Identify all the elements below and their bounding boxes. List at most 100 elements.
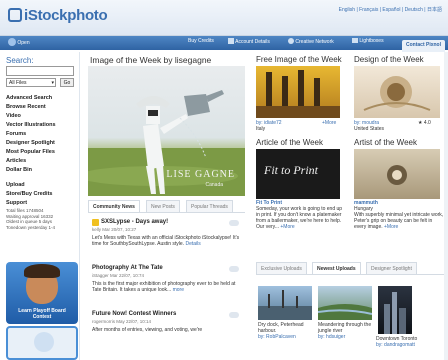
file-type-value: All Files bbox=[9, 80, 27, 86]
promo-text: Learn Playoff Board Contest bbox=[18, 308, 66, 320]
promo-banner[interactable]: Learn Playoff Board Contest bbox=[6, 262, 78, 324]
news-tabs: Community News New Posts Popular Threads bbox=[88, 200, 245, 212]
upload-1-thumb[interactable] bbox=[258, 286, 312, 320]
news-2-meta: iStagger Mar 22/07, 10:74 bbox=[92, 273, 145, 278]
search-input[interactable] bbox=[6, 66, 74, 76]
page-scrollbar[interactable] bbox=[444, 52, 448, 360]
account-icon bbox=[228, 38, 234, 44]
file-type-select[interactable]: All Files ▾ bbox=[6, 78, 56, 87]
sidebar-item-articles[interactable]: Articles bbox=[6, 158, 26, 164]
news-1-meta: kelly Mar 20/07, 10:27 bbox=[92, 227, 137, 232]
tab-newest-uploads[interactable]: Newest Uploads bbox=[312, 262, 361, 274]
artist-thumb[interactable] bbox=[354, 149, 440, 199]
sidebar-item-browse-recent[interactable]: Browse Recent bbox=[6, 104, 46, 110]
article-thumb[interactable]: Fit to Print bbox=[256, 149, 340, 199]
sidebar-item-dollar-bin[interactable]: Dollar Bin bbox=[6, 167, 32, 173]
nav-account-details-label: Account Details bbox=[235, 39, 270, 45]
go-button[interactable]: Go bbox=[60, 78, 74, 87]
nav-buy-credits[interactable]: Buy Credits bbox=[188, 38, 214, 44]
lang-french[interactable]: Français bbox=[359, 7, 378, 13]
artist-caption: mammuth Hungary With superbly minimal ye… bbox=[354, 200, 444, 230]
free-image-thumb[interactable] bbox=[256, 66, 340, 118]
lightbox-icon bbox=[352, 38, 358, 43]
upload-1-author[interactable]: by: RobPalcaven bbox=[258, 334, 314, 340]
artist-body: With superbly minimal yet intricate work… bbox=[354, 212, 444, 230]
news-3-body: After months of entries, viewing, and vo… bbox=[92, 327, 203, 333]
artist-more-link[interactable]: +More bbox=[384, 224, 398, 230]
tab-community-news[interactable]: Community News bbox=[88, 200, 140, 212]
nav-creative-network[interactable]: Creative Network bbox=[288, 38, 334, 45]
artist-illustration bbox=[387, 165, 407, 185]
design-thumb[interactable] bbox=[354, 66, 440, 118]
news-1-more-link[interactable]: Details bbox=[185, 241, 200, 247]
free-image-more-link[interactable]: +More bbox=[322, 120, 336, 126]
news-2-more-link[interactable]: more bbox=[173, 287, 184, 293]
sidebar-item-forums[interactable]: Forums bbox=[6, 131, 26, 137]
upload-1-illustration bbox=[258, 290, 312, 320]
sidebar-item-vector-illustrations[interactable]: Vector Illustrations bbox=[6, 122, 56, 128]
news-2-title[interactable]: Photography At The Tate bbox=[92, 265, 163, 271]
design-title: Design of the Week bbox=[354, 55, 424, 64]
comment-bubble-icon[interactable] bbox=[229, 266, 239, 272]
lang-spanish[interactable]: Español bbox=[382, 7, 400, 13]
article-title: Article of the Week bbox=[256, 138, 323, 147]
nav-contact[interactable]: Contact Pixnol bbox=[402, 40, 446, 52]
stat-oldest: Oldest in queue 5 days bbox=[6, 219, 53, 224]
news-1-title[interactable]: SXSLypse - Days away! bbox=[101, 219, 168, 225]
sidebar-item-designer-spotlight[interactable]: Designer Spotlight bbox=[6, 140, 55, 146]
comment-bubble-icon[interactable] bbox=[229, 220, 239, 226]
network-icon bbox=[288, 38, 294, 44]
upload-3-caption: Downtown Toronto by: dandragomatt bbox=[376, 336, 442, 348]
artist-body-text: With superbly minimal yet intricate work… bbox=[354, 212, 444, 230]
sidebar-item-most-popular[interactable]: Most Popular Files bbox=[6, 149, 55, 155]
sidebar-item-store[interactable]: Store/Buy Credits bbox=[6, 191, 52, 197]
istock-logo-icon bbox=[8, 8, 22, 22]
image-of-week-photo[interactable]: LISE GAGNE Canada bbox=[88, 66, 245, 196]
upload-2-caption: Meandering through the jungle river by: … bbox=[318, 322, 374, 340]
promo-banner-2[interactable] bbox=[6, 326, 78, 360]
news-3-meta: rogermorris May 22/07, 10:14 bbox=[92, 319, 152, 324]
promo-hair bbox=[24, 264, 60, 278]
upload-3-thumb[interactable] bbox=[378, 286, 412, 334]
brand-logo[interactable]: iStockphoto bbox=[8, 7, 108, 24]
tab-new-posts[interactable]: New Posts bbox=[146, 200, 180, 212]
tab-exclusive-uploads[interactable]: Exclusive Uploads bbox=[256, 262, 307, 274]
open-icon bbox=[8, 38, 16, 46]
upload-2-author[interactable]: by: hdsuiger bbox=[318, 334, 374, 340]
nav-open[interactable]: Open bbox=[8, 38, 30, 46]
upload-3-illustration bbox=[384, 292, 406, 334]
promo-2-icon bbox=[34, 332, 54, 352]
nav-creative-network-label: Creative Network bbox=[295, 39, 334, 45]
nav-account-details[interactable]: Account Details bbox=[228, 38, 270, 45]
upload-1-title[interactable]: Dry dock, Peterhead harbour. bbox=[258, 322, 314, 334]
community-news-panel: SXSLypse - Days away! kelly Mar 20/07, 1… bbox=[88, 212, 245, 360]
tab-designer-spotlight[interactable]: Designer Spotlight bbox=[366, 262, 417, 274]
nav-lightboxes[interactable]: Lightboxes bbox=[352, 38, 384, 44]
article-body-text: Someday, your work is going to end up in… bbox=[256, 206, 343, 230]
article-thumb-text: Fit to Print bbox=[264, 163, 318, 177]
sidebar-item-video[interactable]: Video bbox=[6, 113, 21, 119]
upload-2-thumb[interactable] bbox=[317, 286, 373, 320]
free-image-illustration bbox=[256, 70, 340, 118]
lang-english[interactable]: English bbox=[339, 7, 355, 13]
design-illustration bbox=[363, 76, 431, 111]
watermark-text: LISE GAGNE bbox=[166, 169, 235, 180]
upload-1-caption: Dry dock, Peterhead harbour. by: RobPalc… bbox=[258, 322, 314, 340]
tab-popular-threads[interactable]: Popular Threads bbox=[186, 200, 233, 212]
sidebar-item-support[interactable]: Support bbox=[6, 200, 27, 206]
sidebar-item-upload[interactable]: Upload bbox=[6, 182, 25, 188]
lang-german[interactable]: Deutsch bbox=[405, 7, 423, 13]
news-3-title[interactable]: Future Now! Contest Winners bbox=[92, 311, 176, 317]
lang-japanese[interactable]: 日本語 bbox=[427, 7, 442, 13]
star-icon: ★ bbox=[418, 120, 423, 126]
article-more-link[interactable]: +More bbox=[280, 224, 294, 230]
comment-bubble-icon[interactable] bbox=[229, 312, 239, 318]
upload-2-title[interactable]: Meandering through the jungle river bbox=[318, 322, 374, 334]
sidebar-item-advanced-search[interactable]: Advanced Search bbox=[6, 95, 52, 101]
language-links: English | Français | Español | Deutsch |… bbox=[338, 7, 442, 13]
news-icon bbox=[92, 219, 99, 226]
upload-3-author[interactable]: by: dandragomatt bbox=[376, 342, 442, 348]
news-1-body: Let's Mess with Texas with an official i… bbox=[92, 235, 240, 247]
watermark-sub: Canada bbox=[205, 182, 223, 188]
free-image-title: Free Image of the Week bbox=[256, 55, 342, 64]
